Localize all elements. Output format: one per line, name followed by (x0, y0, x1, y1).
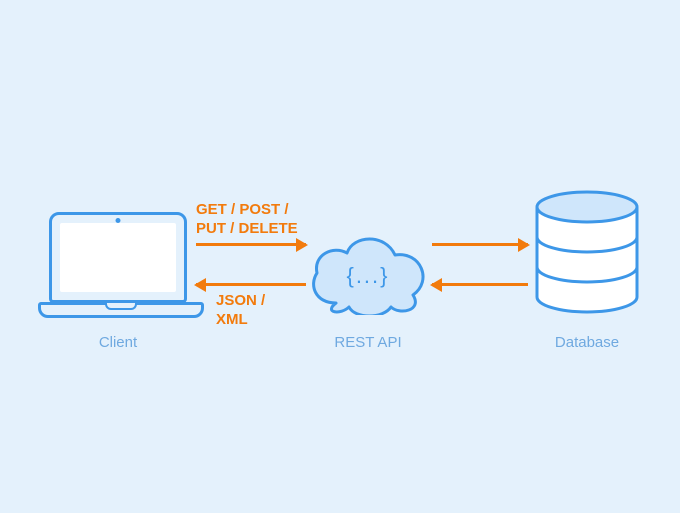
rest-api-icon: {...} (303, 225, 433, 315)
api-braces: {...} (303, 263, 433, 289)
label-client-to-api: GET / POST / PUT / DELETE (196, 201, 298, 239)
client-icon (38, 212, 198, 318)
arrow-database-to-api (432, 283, 528, 286)
database-icon (527, 187, 647, 317)
arrow-client-to-api (196, 243, 306, 246)
laptop-screen (49, 212, 187, 303)
arrow-api-to-database (432, 243, 528, 246)
laptop-base (38, 302, 204, 318)
label-api-to-client: JSON / XML (216, 292, 265, 330)
database-caption: Database (527, 334, 647, 351)
client-caption: Client (38, 334, 198, 351)
rest-api-caption: REST API (303, 334, 433, 351)
diagram-stage: Client {...} REST API Database GET / POS… (0, 0, 680, 513)
arrow-api-to-client (196, 283, 306, 286)
